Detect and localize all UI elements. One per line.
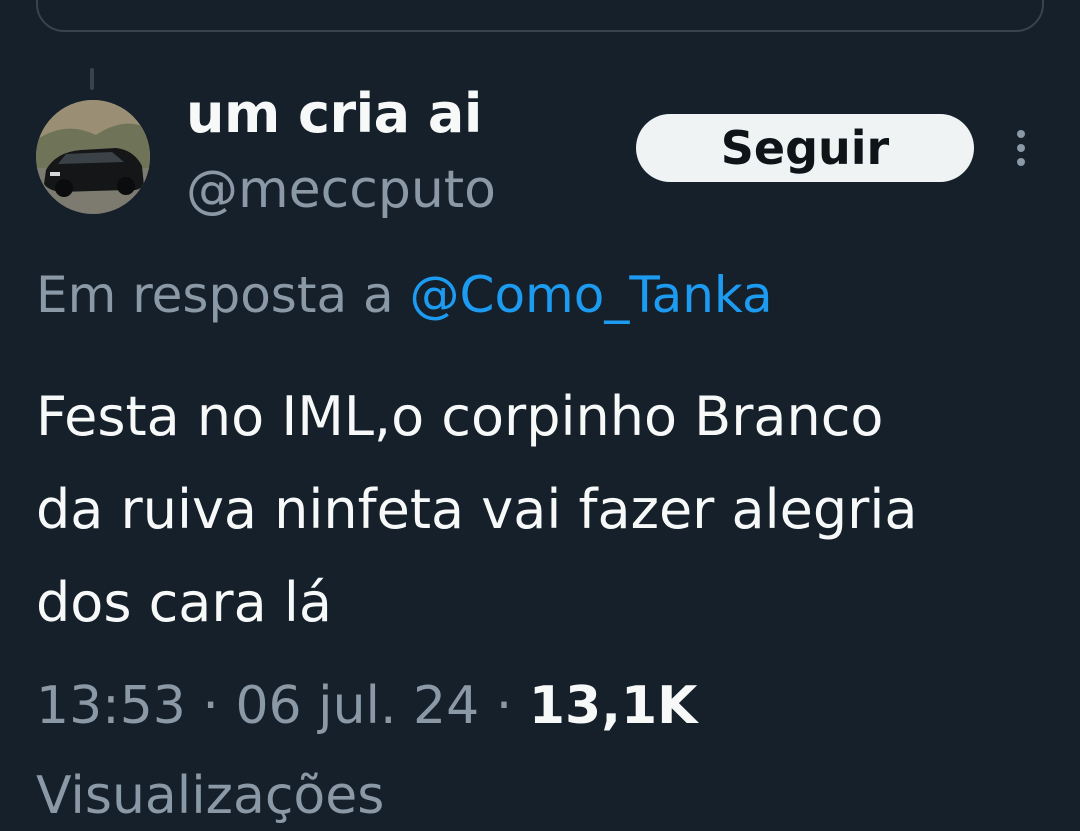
tweet-time[interactable]: 13:53 xyxy=(36,676,186,736)
separator-dot: · xyxy=(202,676,219,736)
tweet-detail-page: um cria ai @meccputo Seguir Em resposta … xyxy=(0,0,1080,831)
reply-context: Em resposta a @Como_Tanka xyxy=(36,266,773,324)
reply-to-link[interactable]: @Como_Tanka xyxy=(410,266,773,324)
thread-connector-line xyxy=(90,68,94,90)
tweet-text: Festa no IML,o corpinho Branco da ruiva … xyxy=(36,370,1056,649)
reply-prefix: Em resposta a xyxy=(36,266,394,324)
author-display-name[interactable]: um cria ai xyxy=(186,82,482,145)
tweet-text-line: dos cara lá xyxy=(36,571,332,634)
tweet-text-line: da ruiva ninfeta vai fazer alegria xyxy=(36,478,918,541)
tweet-metadata: 13:53 · 06 jul. 24 · 13,1K xyxy=(36,676,697,736)
separator-dot: · xyxy=(495,676,513,736)
author-handle[interactable]: @meccputo xyxy=(186,160,496,220)
previous-tweet-card[interactable] xyxy=(36,0,1044,32)
avatar[interactable] xyxy=(36,100,150,214)
follow-button[interactable]: Seguir xyxy=(636,114,974,182)
views-label[interactable]: Visualizações xyxy=(36,766,384,826)
more-vertical-icon[interactable] xyxy=(1006,126,1036,170)
tweet-date[interactable]: 06 jul. 24 xyxy=(235,676,479,736)
tweet-text-line: Festa no IML,o corpinho Branco xyxy=(36,385,884,448)
views-count[interactable]: 13,1K xyxy=(529,676,698,736)
car-photo-avatar xyxy=(36,100,150,214)
